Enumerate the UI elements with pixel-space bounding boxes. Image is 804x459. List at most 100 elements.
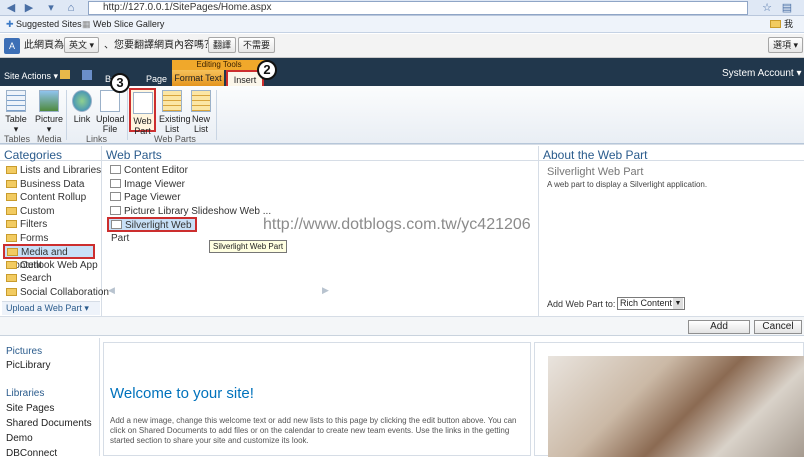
folder-icon xyxy=(6,261,17,269)
editing-tools-label: Editing Tools xyxy=(172,60,266,70)
folder-label: 我 xyxy=(784,19,794,29)
translate-prompt: 此網頁為 xyxy=(24,40,64,51)
tab-page[interactable]: Page xyxy=(146,74,167,84)
table-label: Table xyxy=(5,114,27,124)
category-item[interactable]: Filters xyxy=(6,218,47,231)
fav-item-webslice[interactable]: ▦ Web Slice Gallery xyxy=(82,16,164,32)
nav-heading-pictures[interactable]: Pictures xyxy=(6,346,42,357)
category-label: Social Collaboration xyxy=(20,287,109,298)
silverlight-icon xyxy=(111,220,122,229)
add-web-part-to-label: Add Web Part to: xyxy=(547,299,616,309)
web-part-button[interactable]: Web Part xyxy=(129,88,156,136)
web-parts-heading: Web Parts xyxy=(106,148,162,162)
callout-2: 2 xyxy=(257,60,277,80)
folder-icon xyxy=(6,207,17,215)
options-label: 選項 xyxy=(773,40,792,50)
group-tables: Tables xyxy=(4,134,31,144)
welcome-web-part: Welcome to your site! Add a new image, c… xyxy=(103,342,531,456)
category-item[interactable]: Social Collaboration xyxy=(6,286,109,299)
nav-item-demo[interactable]: Demo xyxy=(6,433,33,444)
web-part-item[interactable]: Page Viewer xyxy=(110,191,181,204)
nav-item-shared-documents[interactable]: Shared Documents xyxy=(6,418,92,429)
upload-web-part-label: Upload a Web Part xyxy=(6,303,82,313)
system-account-menu[interactable]: System Account ▾ xyxy=(722,68,802,79)
category-item[interactable]: Content Rollup xyxy=(6,191,86,204)
dropdown-icon[interactable]: ▾ xyxy=(44,1,58,15)
address-bar[interactable]: http://127.0.0.1/SitePages/Home.aspx xyxy=(88,1,748,15)
translate-bar: A 此網頁為 英文 ▾ 、您要翻譯網頁內容嗎？ 翻譯 不需要 選項 ▾ xyxy=(0,34,804,58)
group-divider xyxy=(66,90,67,140)
favorites-bar: ✚ Suggested Sites ▦ Web Slice Gallery 我 xyxy=(0,16,804,33)
chevron-down-icon: ▼ xyxy=(673,298,683,309)
category-label: Search xyxy=(20,273,52,284)
category-item-selected[interactable]: Media and Content xyxy=(3,244,95,271)
fav-folder[interactable]: 我 xyxy=(770,16,793,32)
new-list-button[interactable]: New List xyxy=(189,90,213,134)
nav-item-site-pages[interactable]: Site Pages xyxy=(6,403,54,414)
folder-icon xyxy=(6,193,17,201)
link-button[interactable]: Link xyxy=(70,90,94,124)
add-button[interactable]: Add xyxy=(688,320,750,334)
fav-label: Web Slice Gallery xyxy=(93,19,165,29)
category-item[interactable]: Business Data xyxy=(6,178,84,191)
scroll-left-icon[interactable]: ◀ xyxy=(108,285,115,296)
folder-icon xyxy=(6,220,17,228)
existing-list-button[interactable]: Existing List xyxy=(159,90,191,134)
globe-icon xyxy=(72,90,92,112)
back-icon[interactable]: ◀ xyxy=(4,1,18,15)
web-part-icon xyxy=(110,206,121,215)
page-icon[interactable]: ▤ xyxy=(780,1,794,15)
web-part-item-selected[interactable]: Silverlight Web Part xyxy=(107,217,197,244)
options-button[interactable]: 選項 ▾ xyxy=(768,37,804,53)
welcome-title: Welcome to your site! xyxy=(110,385,254,402)
scroll-right-icon[interactable]: ▶ xyxy=(322,285,329,296)
category-item[interactable]: Outlook Web App xyxy=(6,259,98,272)
category-label: Lists and Libraries xyxy=(20,165,102,176)
new-list-icon xyxy=(191,90,211,112)
web-part-label: Image Viewer xyxy=(124,179,185,190)
picture-button[interactable]: Picture ▾ xyxy=(35,90,63,134)
group-web-parts: Web Parts xyxy=(154,134,196,144)
home-icon[interactable]: ⌂ xyxy=(64,1,78,15)
about-web-part-name: Silverlight Web Part xyxy=(547,166,644,178)
group-divider xyxy=(127,90,128,140)
category-item[interactable]: Custom xyxy=(6,205,54,218)
category-label: Content Rollup xyxy=(20,192,87,203)
folder-icon xyxy=(7,248,18,256)
star-icon[interactable]: ☆ xyxy=(760,1,774,15)
forward-icon[interactable]: ▶ xyxy=(22,1,36,15)
tab-format-text[interactable]: Format Text xyxy=(172,70,224,86)
zone-select[interactable]: Rich Content ▼ xyxy=(617,297,685,310)
folder-icon xyxy=(6,180,17,188)
translate-question: 、您要翻譯網頁內容嗎？ xyxy=(104,40,214,51)
web-part-icon xyxy=(110,165,121,174)
web-part-item[interactable]: Image Viewer xyxy=(110,178,185,191)
table-button[interactable]: Table ▾ xyxy=(3,90,29,134)
group-divider xyxy=(216,90,217,140)
translate-button[interactable]: 翻譯 xyxy=(208,37,237,53)
site-actions-menu[interactable]: Site Actions ▾ xyxy=(4,71,58,82)
category-label: Custom xyxy=(20,206,55,217)
web-part-item[interactable]: Content Editor xyxy=(110,164,188,177)
upload-web-part-link[interactable]: Upload a Web Part ▾ xyxy=(2,301,100,315)
category-item[interactable]: Search xyxy=(6,272,52,285)
web-part-icon xyxy=(110,179,121,188)
fav-icon: ✚ xyxy=(6,19,17,29)
system-account-label: System Account xyxy=(722,68,794,79)
upload-icon xyxy=(100,90,120,112)
cancel-button[interactable]: Cancel xyxy=(754,320,802,334)
nav-heading-libraries[interactable]: Libraries xyxy=(6,388,44,399)
category-label: Business Data xyxy=(20,179,85,190)
upload-file-button[interactable]: Upload File xyxy=(96,90,125,134)
edit-icon[interactable] xyxy=(82,70,92,80)
folder-icon xyxy=(6,274,17,282)
fav-item-suggested[interactable]: ✚ Suggested Sites xyxy=(6,16,82,32)
page-icon: ▦ xyxy=(82,19,94,29)
no-translate-button[interactable]: 不需要 xyxy=(238,37,276,53)
folder-icon[interactable] xyxy=(60,70,70,79)
nav-item-dbconnect[interactable]: DBConnect xyxy=(6,448,57,459)
about-heading: About the Web Part xyxy=(543,148,648,162)
category-item[interactable]: Lists and Libraries xyxy=(6,164,101,177)
language-select[interactable]: 英文 ▾ xyxy=(64,37,100,53)
nav-item-piclibrary[interactable]: PicLibrary xyxy=(6,360,50,371)
